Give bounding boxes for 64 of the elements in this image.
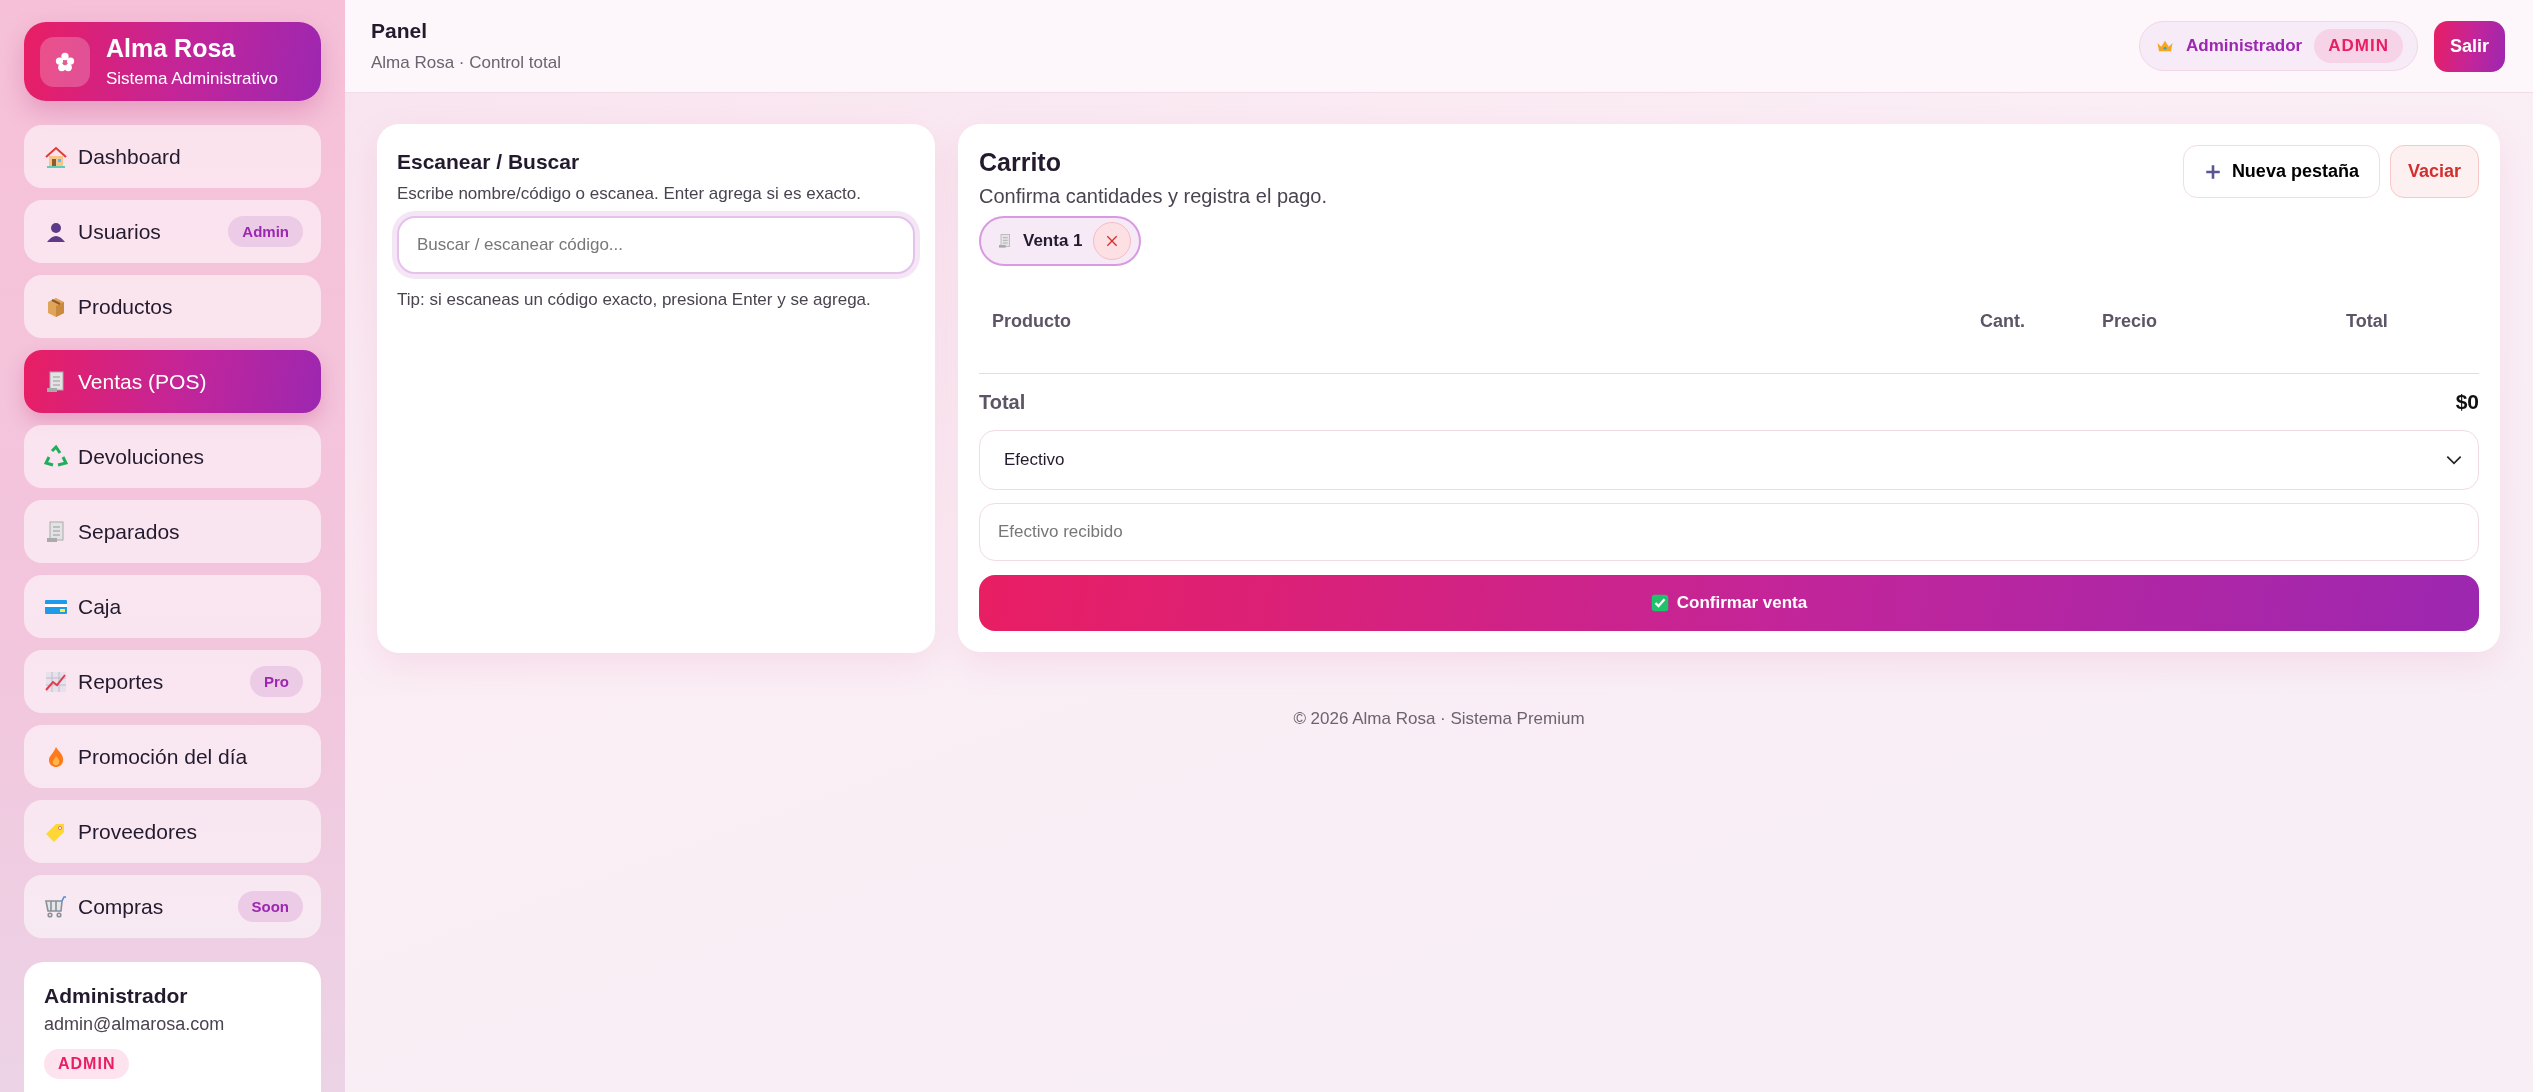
- confirm-button[interactable]: Confirmar venta: [979, 575, 2479, 631]
- sidebar-item[interactable]: Ventas (POS): [24, 350, 321, 413]
- sidebar-item[interactable]: Compras Soon: [24, 875, 321, 938]
- sidebar-item[interactable]: Separados: [24, 500, 321, 563]
- sale-tab[interactable]: Venta 1: [979, 216, 1141, 266]
- receipt-icon: [997, 233, 1013, 249]
- footer-text: © 2026 Alma Rosa · Sistema Premium: [1292, 709, 1586, 729]
- checkbox-icon: [1650, 594, 1669, 612]
- column-header: Precio: [2102, 311, 2159, 332]
- sidebar-item[interactable]: Usuarios Admin: [24, 200, 321, 263]
- clear-button[interactable]: Vaciar: [2389, 145, 2479, 198]
- sidebar-label: Separados: [78, 519, 181, 544]
- role-badge: ADMIN: [2314, 29, 2403, 63]
- page-subtitle: Alma Rosa · Control total: [371, 53, 561, 73]
- role-badge: ADMIN: [44, 1049, 130, 1079]
- page-title: Panel: [371, 19, 429, 43]
- panel-title: Escanear / Buscar: [397, 150, 581, 174]
- sidebar-label: Dashboard: [78, 144, 182, 169]
- sidebar-badge: Pro: [250, 666, 303, 697]
- tip-text: Tip: si escaneas un código exacto, presiona Enter y se agrega.: [397, 290, 872, 310]
- sidebar-badge: Admin: [228, 216, 303, 247]
- total-value: $0: [2455, 390, 2479, 414]
- sidebar-item[interactable]: Dashboard: [24, 125, 321, 188]
- sidebar-item[interactable]: Promoción del día: [24, 725, 321, 788]
- sidebar-label: Caja: [78, 594, 123, 619]
- total-label: Total: [979, 390, 1026, 414]
- close-tab-button[interactable]: [1092, 222, 1131, 260]
- sidebar-item[interactable]: Devoluciones: [24, 425, 321, 488]
- sidebar-badge: Soon: [237, 891, 303, 922]
- logout-button[interactable]: Salir: [2433, 20, 2505, 72]
- sidebar-item[interactable]: Productos: [24, 275, 321, 338]
- tab-label: Venta 1: [1023, 231, 1083, 251]
- new-tab-button[interactable]: Nueva pestaña: [2182, 145, 2380, 198]
- sidebar-item[interactable]: Caja: [24, 575, 321, 638]
- cart-subtitle: Confirma cantidades y registra el pago.: [979, 185, 1327, 208]
- sidebar-item[interactable]: Proveedores: [24, 800, 321, 863]
- sidebar-label: Devoluciones: [78, 444, 206, 469]
- sidebar-label: Compras: [78, 894, 165, 919]
- sidebar-label: Usuarios: [78, 219, 162, 244]
- user-name: Administrador: [44, 984, 189, 1008]
- chart-icon: [44, 669, 68, 694]
- sidebar-label: Productos: [78, 294, 174, 319]
- search-field[interactable]: Buscar / escanear código...: [397, 216, 915, 274]
- house-icon: [44, 144, 68, 169]
- plus-icon: [2203, 162, 2222, 181]
- sidebar-label: Ventas (POS): [78, 369, 208, 394]
- column-header: Producto: [992, 311, 1072, 332]
- sidebar-label: Proveedores: [78, 819, 199, 844]
- payment-select[interactable]: Efectivo: [979, 430, 2479, 490]
- user-email: admin@almarosa.com: [44, 1014, 226, 1035]
- sidebar-item[interactable]: Reportes Pro: [24, 650, 321, 713]
- column-header: Total: [2346, 311, 2389, 332]
- sidebar-label: Reportes: [78, 669, 165, 694]
- column-header: Cant.: [1980, 311, 2026, 332]
- sidebar-label: Promoción del día: [78, 744, 249, 769]
- cart-title: Carrito: [979, 148, 1062, 177]
- brand-title: Alma Rosa: [106, 34, 237, 63]
- recycle-icon: [44, 444, 68, 469]
- panel-hint: Escribe nombre/código o escanea. Enter agrega si es exacto.: [397, 184, 862, 204]
- brand-subtitle: Sistema Administrativo: [106, 69, 278, 89]
- user-name: Administrador: [2186, 36, 2303, 56]
- cart-icon: [44, 894, 68, 919]
- flower-icon: [54, 50, 76, 73]
- cash-field[interactable]: Efectivo recibido: [979, 503, 2479, 561]
